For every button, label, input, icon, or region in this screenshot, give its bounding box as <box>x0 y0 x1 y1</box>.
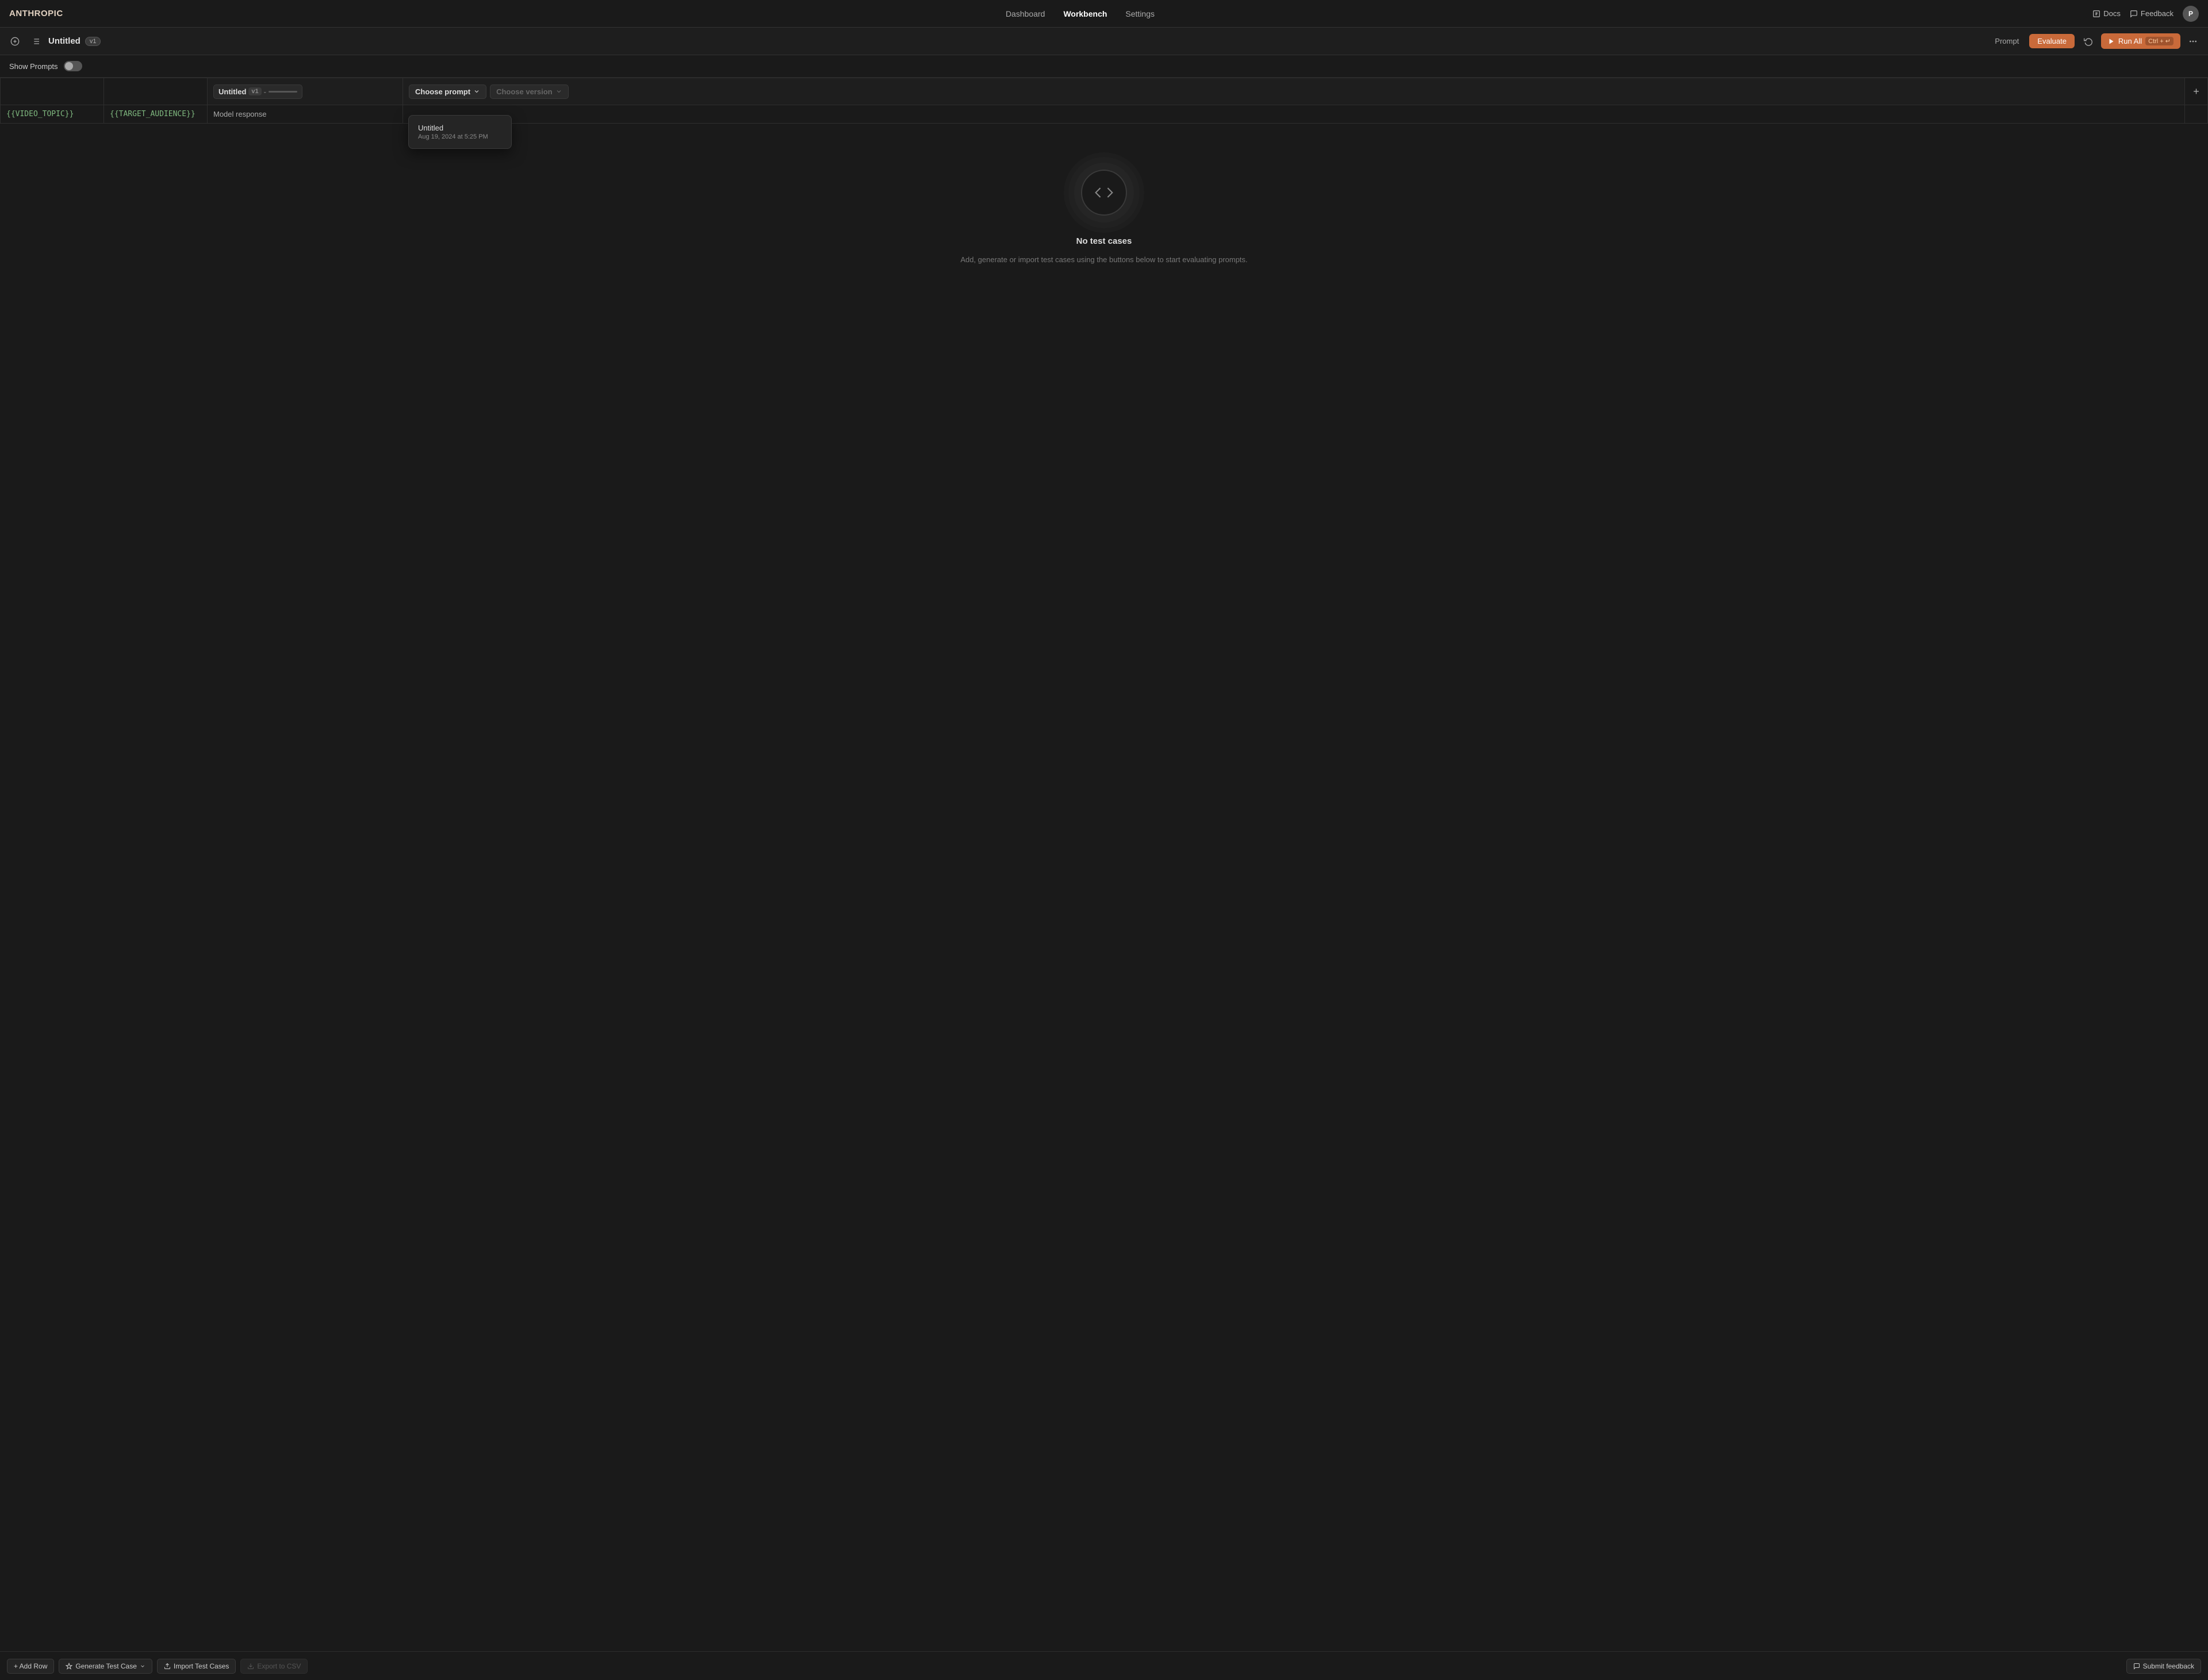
dropdown-item-untitled[interactable]: Untitled Aug 19, 2024 at 5:25 PM <box>412 119 508 145</box>
top-navigation: ANTHROPIC Dashboard Workbench Settings D… <box>0 0 2208 28</box>
choose-prompt-button[interactable]: Choose prompt <box>409 85 486 99</box>
tab-evaluate[interactable]: Evaluate <box>2029 34 2075 48</box>
add-column-button[interactable]: + <box>2187 86 2205 98</box>
add-row-label: + Add Row <box>14 1662 47 1670</box>
feedback-label: Feedback <box>2141 9 2174 18</box>
generate-test-button[interactable]: Generate Test Case <box>59 1659 152 1674</box>
submit-feedback-button[interactable]: Submit feedback <box>2126 1659 2201 1674</box>
nav-workbench[interactable]: Workbench <box>1056 7 1114 21</box>
history-button[interactable] <box>2080 34 2096 48</box>
empty-state-icon <box>1081 170 1127 216</box>
import-icon <box>164 1663 171 1670</box>
main-content: Untitled v1 Prompt Evaluate Run All Ctrl… <box>0 28 2208 1680</box>
generate-test-label: Generate Test Case <box>75 1662 137 1670</box>
nav-settings[interactable]: Settings <box>1118 7 1162 21</box>
import-test-button[interactable]: Import Test Cases <box>157 1659 236 1674</box>
docs-link[interactable]: Docs <box>2092 9 2121 18</box>
add-item-button[interactable] <box>7 34 23 48</box>
nav-right: Docs Feedback P <box>2092 6 2199 22</box>
tab-prompt[interactable]: Prompt <box>1987 34 2027 48</box>
export-icon <box>247 1663 254 1670</box>
bottom-right: Submit feedback <box>2126 1659 2201 1674</box>
bottom-bar: + Add Row Generate Test Case Import Test… <box>0 1651 2208 1680</box>
prompt-dash: - <box>264 87 266 96</box>
show-prompts-toggle[interactable] <box>64 61 82 71</box>
feedback-link[interactable]: Feedback <box>2130 9 2174 18</box>
col-header-choose: Choose prompt Choose version <box>403 78 2184 105</box>
chevron-down-icon <box>473 88 480 95</box>
cell-target-audience[interactable]: {{TARGET_AUDIENCE}} <box>104 105 207 123</box>
sparkle-icon <box>66 1663 72 1670</box>
table-row: {{VIDEO_TOPIC}} {{TARGET_AUDIENCE}} Mode… <box>1 105 2208 124</box>
choose-prompt-label: Choose prompt <box>415 87 470 96</box>
dropdown-item-date: Aug 19, 2024 at 5:25 PM <box>418 133 502 140</box>
toolbar-left: Untitled v1 <box>7 34 1981 48</box>
more-options-button[interactable] <box>2185 34 2201 48</box>
add-row-button[interactable]: + Add Row <box>7 1659 54 1674</box>
docs-icon <box>2092 10 2100 18</box>
prompt-bar-line <box>269 91 297 93</box>
plus-icon <box>10 37 20 46</box>
col-header-prompt: Untitled v1 - <box>208 78 402 105</box>
table-area: Untitled v1 - Choose prompt <box>0 78 2208 1651</box>
chevron-down-version-icon <box>555 88 562 95</box>
col-header-2 <box>104 78 207 105</box>
toolbar: Untitled v1 Prompt Evaluate Run All Ctrl… <box>0 28 2208 55</box>
cell-choose-response <box>403 105 2184 114</box>
submit-feedback-label: Submit feedback <box>2143 1662 2194 1670</box>
prompt-select-name: Untitled <box>218 87 246 96</box>
add-col-header: + <box>2185 78 2207 105</box>
run-all-button[interactable]: Run All Ctrl + ↵ <box>2101 33 2180 49</box>
history-icon <box>2084 37 2093 46</box>
choose-version-button[interactable]: Choose version <box>490 85 569 99</box>
run-all-label: Run All <box>2118 37 2142 45</box>
project-title: Untitled <box>48 36 80 46</box>
toggle-thumb <box>65 62 73 70</box>
empty-state: No test cases Add, generate or import te… <box>0 124 2208 287</box>
ellipsis-icon <box>2188 37 2198 46</box>
nav-links: Dashboard Workbench Settings <box>82 7 2079 21</box>
toolbar-tabs: Prompt Evaluate <box>1987 34 2075 48</box>
feedback-bottom-icon <box>2133 1663 2140 1670</box>
empty-state-title: No test cases <box>1076 236 1132 246</box>
nav-dashboard[interactable]: Dashboard <box>999 7 1052 21</box>
cell-model-response: Model response <box>208 105 402 123</box>
prompt-version-badge: v1 <box>248 87 261 95</box>
run-all-shortcut: Ctrl + ↵ <box>2145 37 2174 45</box>
version-badge: v1 <box>85 37 101 46</box>
empty-state-subtitle: Add, generate or import test cases using… <box>960 255 1247 264</box>
code-icon <box>1095 186 1113 200</box>
choose-prompt-dropdown: Untitled Aug 19, 2024 at 5:25 PM <box>408 115 512 149</box>
logo: ANTHROPIC <box>9 9 63 18</box>
chevron-down-gen-icon <box>140 1663 145 1669</box>
dropdown-item-title: Untitled <box>418 124 502 132</box>
toolbar-right: Run All Ctrl + ↵ <box>2080 33 2201 49</box>
export-csv-button[interactable]: Export to CSV <box>240 1659 308 1674</box>
show-prompts-bar: Show Prompts <box>0 55 2208 78</box>
docs-label: Docs <box>2103 9 2121 18</box>
list-icon <box>31 37 40 46</box>
eval-table: Untitled v1 - Choose prompt <box>0 78 2208 124</box>
export-label: Export to CSV <box>257 1662 301 1670</box>
feedback-icon <box>2130 10 2138 18</box>
play-icon <box>2108 38 2115 45</box>
user-avatar[interactable]: P <box>2183 6 2199 22</box>
choose-version-label: Choose version <box>496 87 553 96</box>
list-button[interactable] <box>28 34 44 48</box>
import-label: Import Test Cases <box>174 1662 229 1670</box>
col-header-1 <box>1 78 103 105</box>
cell-video-topic[interactable]: {{VIDEO_TOPIC}} <box>1 105 103 123</box>
show-prompts-label: Show Prompts <box>9 62 58 71</box>
prompt-select[interactable]: Untitled v1 - <box>213 85 302 99</box>
